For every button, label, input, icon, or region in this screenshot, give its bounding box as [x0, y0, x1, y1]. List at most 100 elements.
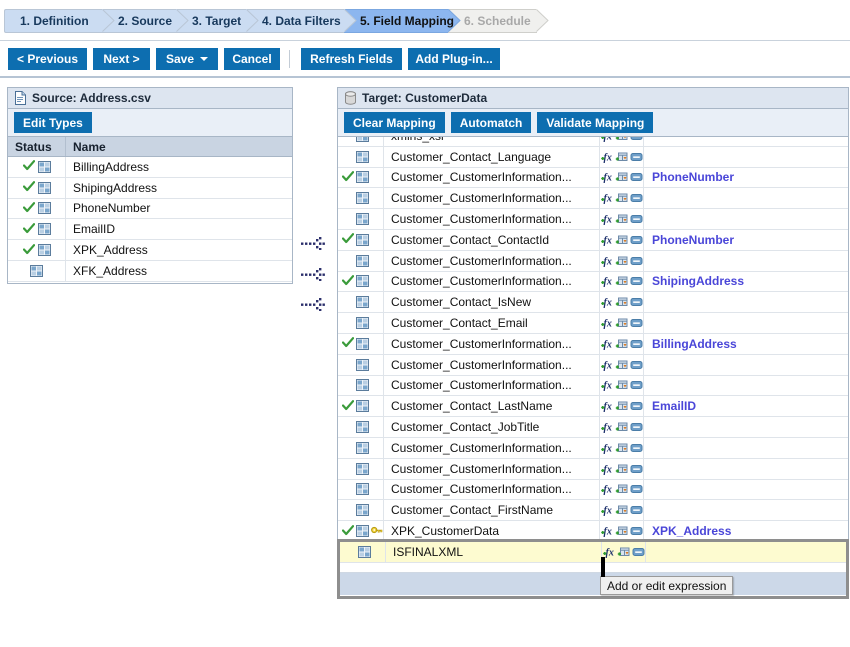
target-row[interactable]: Customer_CustomerInformation... fx Billing… [338, 333, 848, 355]
fx-icon[interactable]: fx [600, 213, 613, 225]
target-row-actions[interactable]: fx [600, 271, 644, 292]
target-row-actions[interactable]: fx [600, 354, 644, 375]
remove-icon[interactable] [630, 400, 643, 412]
target-row[interactable]: ISFINALXML fx [340, 542, 846, 563]
lookup-icon[interactable] [615, 442, 628, 454]
source-row[interactable]: EmailID [8, 219, 292, 241]
remove-icon[interactable] [630, 296, 643, 308]
previous-button[interactable]: < Previous [8, 48, 87, 70]
source-row[interactable]: XPK_Address [8, 240, 292, 261]
remove-icon[interactable] [630, 359, 643, 371]
lookup-icon[interactable] [615, 400, 628, 412]
remove-icon[interactable] [630, 379, 643, 391]
target-row-actions[interactable]: fx [600, 375, 644, 396]
fx-icon[interactable]: fx [600, 359, 613, 371]
target-row[interactable]: xmlns_xsi fx [338, 137, 848, 147]
remove-icon[interactable] [630, 234, 643, 246]
refresh-fields-button[interactable]: Refresh Fields [301, 48, 402, 70]
fx-icon[interactable]: fx [600, 317, 613, 329]
lookup-icon[interactable] [615, 192, 628, 204]
add-plugin-button[interactable]: Add Plug-in... [408, 48, 500, 70]
lookup-icon[interactable] [615, 255, 628, 267]
remove-icon[interactable] [630, 525, 643, 537]
source-row[interactable]: BillingAddress [8, 157, 292, 178]
fx-icon[interactable]: fx [600, 234, 613, 246]
target-row-actions[interactable]: fx [600, 437, 644, 458]
target-row[interactable]: Customer_Contact_ContactId fx PhoneNumber [338, 229, 848, 251]
remove-icon[interactable] [630, 213, 643, 225]
target-row-actions[interactable]: fx [600, 417, 644, 437]
lookup-icon[interactable] [615, 234, 628, 246]
target-row[interactable]: Customer_CustomerInformation... fx [338, 375, 848, 397]
lookup-icon[interactable] [615, 137, 628, 142]
lookup-icon[interactable] [615, 379, 628, 391]
lookup-icon[interactable] [615, 421, 628, 433]
target-row-actions[interactable]: fx [600, 500, 644, 521]
remove-icon[interactable] [630, 137, 643, 142]
target-row-actions[interactable]: fx [600, 209, 644, 229]
source-row[interactable]: PhoneNumber [8, 198, 292, 220]
wizard-step-6[interactable]: 6. Schedule [448, 9, 549, 33]
lookup-icon[interactable] [615, 275, 628, 287]
target-row-actions[interactable]: fx [600, 229, 644, 250]
fx-icon[interactable]: fx [600, 275, 613, 287]
target-row-actions[interactable]: fx [600, 458, 644, 479]
target-row[interactable]: Customer_Contact_JobTitle fx [338, 417, 848, 438]
fx-icon[interactable]: fx [600, 483, 613, 495]
target-row-actions[interactable]: fx [600, 396, 644, 417]
remove-icon[interactable] [630, 338, 643, 350]
wizard-step-5[interactable]: 5. Field Mapping [344, 9, 461, 33]
lookup-icon[interactable] [615, 359, 628, 371]
target-row[interactable]: Customer_CustomerInformation... fx [338, 188, 848, 210]
lookup-icon[interactable] [615, 338, 628, 350]
fx-icon[interactable]: fx [600, 525, 613, 537]
target-row[interactable]: Customer_CustomerInformation... fx [338, 479, 848, 501]
fx-icon[interactable]: fx [600, 442, 613, 454]
lookup-icon[interactable] [615, 317, 628, 329]
target-row[interactable]: Customer_Contact_IsNew fx [338, 292, 848, 314]
wizard-step-4[interactable]: 4. Data Filters [246, 9, 357, 33]
lookup-icon[interactable] [615, 525, 628, 537]
remove-icon[interactable] [630, 255, 643, 267]
target-row[interactable]: Customer_Contact_FirstName fx [338, 500, 848, 522]
clear-mapping-button[interactable]: Clear Mapping [344, 112, 445, 133]
target-row-actions[interactable]: fx [600, 292, 644, 313]
fx-icon[interactable]: fx [600, 192, 613, 204]
lookup-icon[interactable] [615, 171, 628, 183]
fx-icon[interactable]: fx [600, 338, 613, 350]
validate-mapping-button[interactable]: Validate Mapping [537, 112, 654, 133]
fx-icon[interactable]: fx [600, 171, 613, 183]
target-row[interactable]: Customer_Contact_Email fx [338, 313, 848, 334]
target-row-actions[interactable]: fx [600, 188, 644, 209]
target-row[interactable]: Customer_CustomerInformation... fx [338, 458, 848, 480]
lookup-icon[interactable] [617, 546, 630, 558]
remove-icon[interactable] [632, 546, 645, 558]
lookup-icon[interactable] [615, 296, 628, 308]
fx-icon[interactable]: fx [600, 151, 613, 163]
lookup-icon[interactable] [615, 213, 628, 225]
edit-types-button[interactable]: Edit Types [14, 112, 92, 133]
target-row-actions[interactable]: fx [600, 250, 644, 271]
lookup-icon[interactable] [615, 463, 628, 475]
fx-icon[interactable]: fx [600, 379, 613, 391]
wizard-step-1[interactable]: 1. Definition [4, 9, 115, 33]
fx-icon[interactable]: fx [600, 296, 613, 308]
lookup-icon[interactable] [615, 151, 628, 163]
fx-icon[interactable]: fx [600, 504, 613, 516]
remove-icon[interactable] [630, 421, 643, 433]
remove-icon[interactable] [630, 171, 643, 183]
target-row[interactable]: Customer_CustomerInformation... fx [338, 209, 848, 230]
fx-icon[interactable]: fx [600, 255, 613, 267]
target-row-actions[interactable]: fx [600, 167, 644, 188]
target-row[interactable]: Customer_CustomerInformation... fx [338, 250, 848, 272]
fx-icon[interactable]: fx [600, 421, 613, 433]
target-row[interactable]: Customer_CustomerInformation... fx PhoneNu… [338, 167, 848, 189]
remove-icon[interactable] [630, 504, 643, 516]
target-row-actions[interactable]: fx [600, 146, 644, 167]
remove-icon[interactable] [630, 275, 643, 287]
remove-icon[interactable] [630, 463, 643, 475]
target-row[interactable]: Customer_CustomerInformation... fx [338, 354, 848, 376]
target-row-actions[interactable]: fx [600, 333, 644, 354]
source-row[interactable]: XFK_Address [8, 260, 292, 282]
target-row[interactable]: Customer_Contact_Language fx [338, 146, 848, 168]
